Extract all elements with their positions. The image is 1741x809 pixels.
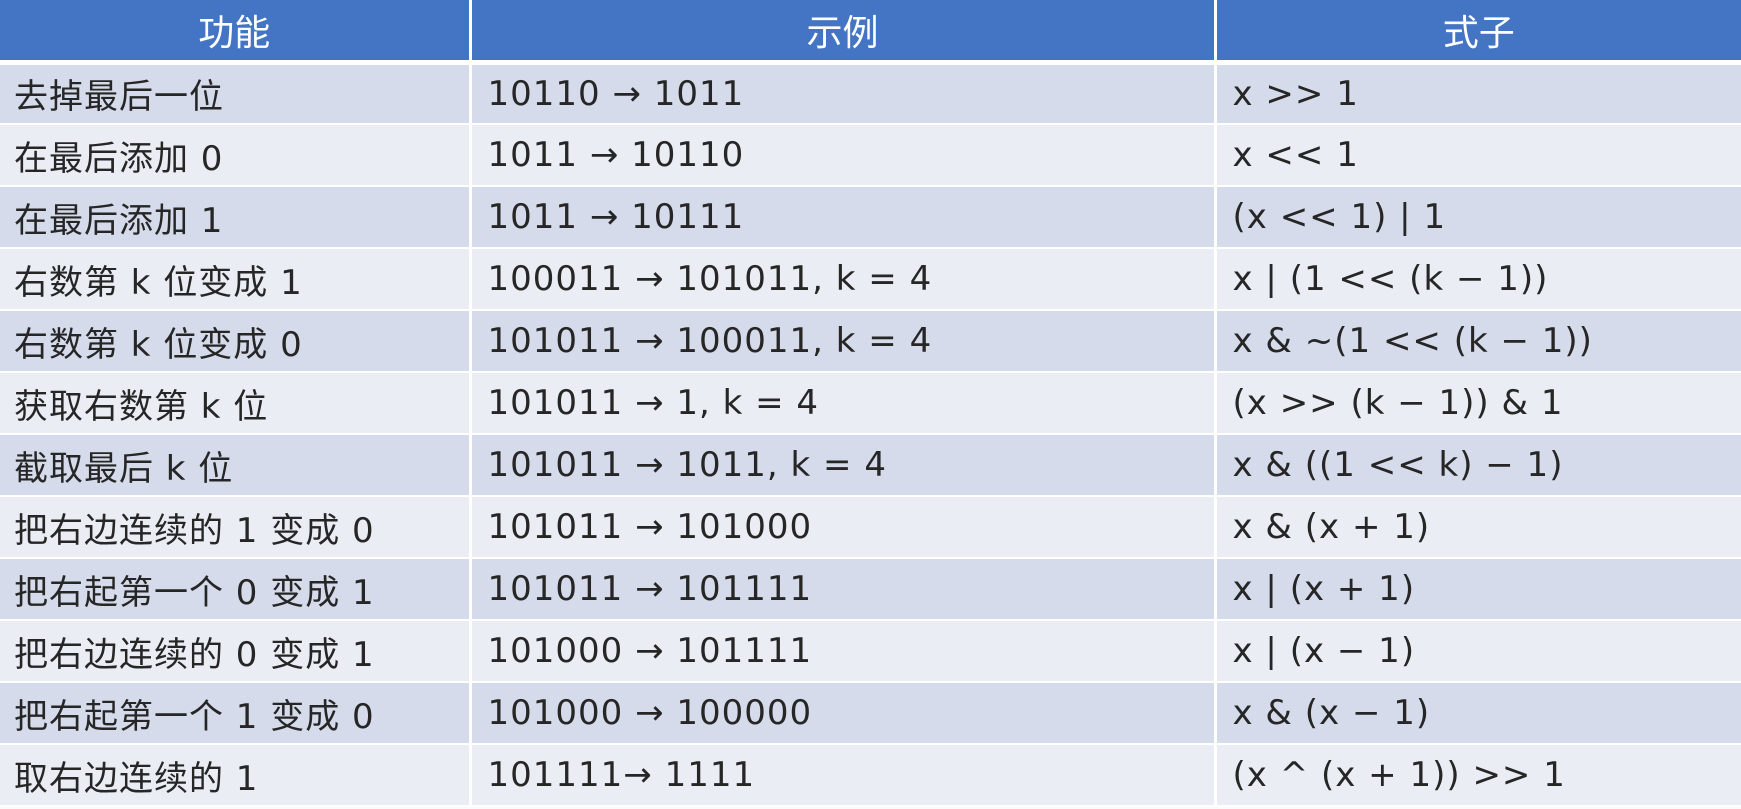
formula-cell: x & (x − 1): [1215, 682, 1741, 745]
function-cell: 获取右数第 k 位: [0, 372, 472, 435]
function-cell: 把右边连续的 1 变成 0: [0, 496, 472, 559]
formula-cell: x & ((1 << k) − 1): [1215, 434, 1741, 497]
table-row: 在最后添加 1 1011 → 10111 (x << 1) | 1: [0, 186, 1741, 249]
table-row: 获取右数第 k 位 101011 → 1, k = 4 (x >> (k − 1))…: [0, 372, 1741, 435]
example-cell: 1011 → 10110: [470, 124, 1217, 187]
function-cell: 在最后添加 0: [0, 124, 472, 187]
formula-cell: x | (1 << (k − 1)): [1215, 248, 1741, 311]
formula-cell: x >> 1: [1215, 62, 1741, 125]
example-cell: 101000 → 101111: [470, 620, 1217, 683]
function-cell: 右数第 k 位变成 1: [0, 248, 472, 311]
bit-operations-table: 功能 示例 式子 去掉最后一位 10110 → 1011 x >> 1 在最后添加 0…: [0, 0, 1741, 807]
table-row: 右数第 k 位变成 0 101011 → 100011, k = 4x & ~(1…: [0, 310, 1741, 373]
table-row: 把右起第一个 1 变成 0 101000 → 100000 x & (x − 1): [0, 682, 1741, 745]
function-cell: 右数第 k 位变成 0: [0, 310, 472, 373]
example-cell: 101011 → 1011, k = 4: [470, 434, 1217, 497]
formula-cell: (x << 1) | 1: [1215, 186, 1741, 249]
table-row: 右数第 k 位变成 1 100011 → 101011, k = 4x | (1 …: [0, 248, 1741, 311]
function-cell: 把右起第一个 0 变成 1: [0, 558, 472, 621]
example-cell: 101011 → 101111: [470, 558, 1217, 621]
formula-cell: x << 1: [1215, 124, 1741, 187]
example-cell: 10110 → 1011: [470, 62, 1217, 125]
table-row: 把右边连续的 1 变成 0 101011 → 101000 x & (x + 1): [0, 496, 1741, 559]
function-cell: 把右起第一个 1 变成 0: [0, 682, 472, 745]
function-cell: 在最后添加 1: [0, 186, 472, 249]
header-formula: 式子: [1215, 0, 1741, 65]
header-example: 示例: [470, 0, 1217, 65]
example-cell: 101011 → 101000: [470, 496, 1217, 559]
table-row: 取右边连续的 1 101111→ 1111 (x ^ (x + 1)) >> 1: [0, 744, 1741, 807]
slide-canvas: 功能 示例 式子 去掉最后一位 10110 → 1011 x >> 1 在最后添加 0…: [0, 0, 1741, 809]
formula-cell: x & ~(1 << (k − 1)): [1215, 310, 1741, 373]
function-cell: 截取最后 k 位: [0, 434, 472, 497]
table-row: 去掉最后一位 10110 → 1011 x >> 1: [0, 62, 1741, 125]
table-row: 截取最后 k 位 101011 → 1011, k = 4x & ((1 << k…: [0, 434, 1741, 497]
table-header: 功能 示例 式子: [0, 0, 1741, 65]
function-cell: 取右边连续的 1: [0, 744, 472, 807]
table-row: 把右边连续的 0 变成 1 101000 → 101111 x | (x − 1): [0, 620, 1741, 683]
formula-cell: x | (x − 1): [1215, 620, 1741, 683]
header-row: 功能 示例 式子: [0, 0, 1741, 65]
example-cell: 101111→ 1111: [470, 744, 1217, 807]
table-body: 去掉最后一位 10110 → 1011 x >> 1 在最后添加 0 1011 → 10…: [0, 62, 1741, 807]
example-cell: 1011 → 10111: [470, 186, 1217, 249]
formula-cell: x & (x + 1): [1215, 496, 1741, 559]
table-row: 在最后添加 0 1011 → 10110 x << 1: [0, 124, 1741, 187]
formula-cell: (x >> (k − 1)) & 1: [1215, 372, 1741, 435]
header-function: 功能: [0, 0, 472, 65]
example-cell: 101011 → 100011, k = 4: [470, 310, 1217, 373]
function-cell: 把右边连续的 0 变成 1: [0, 620, 472, 683]
formula-cell: x | (x + 1): [1215, 558, 1741, 621]
table-row: 把右起第一个 0 变成 1 101011 → 101111 x | (x + 1): [0, 558, 1741, 621]
function-cell: 去掉最后一位: [0, 62, 472, 125]
formula-cell: (x ^ (x + 1)) >> 1: [1215, 744, 1741, 807]
example-cell: 101011 → 1, k = 4: [470, 372, 1217, 435]
example-cell: 100011 → 101011, k = 4: [470, 248, 1217, 311]
example-cell: 101000 → 100000: [470, 682, 1217, 745]
